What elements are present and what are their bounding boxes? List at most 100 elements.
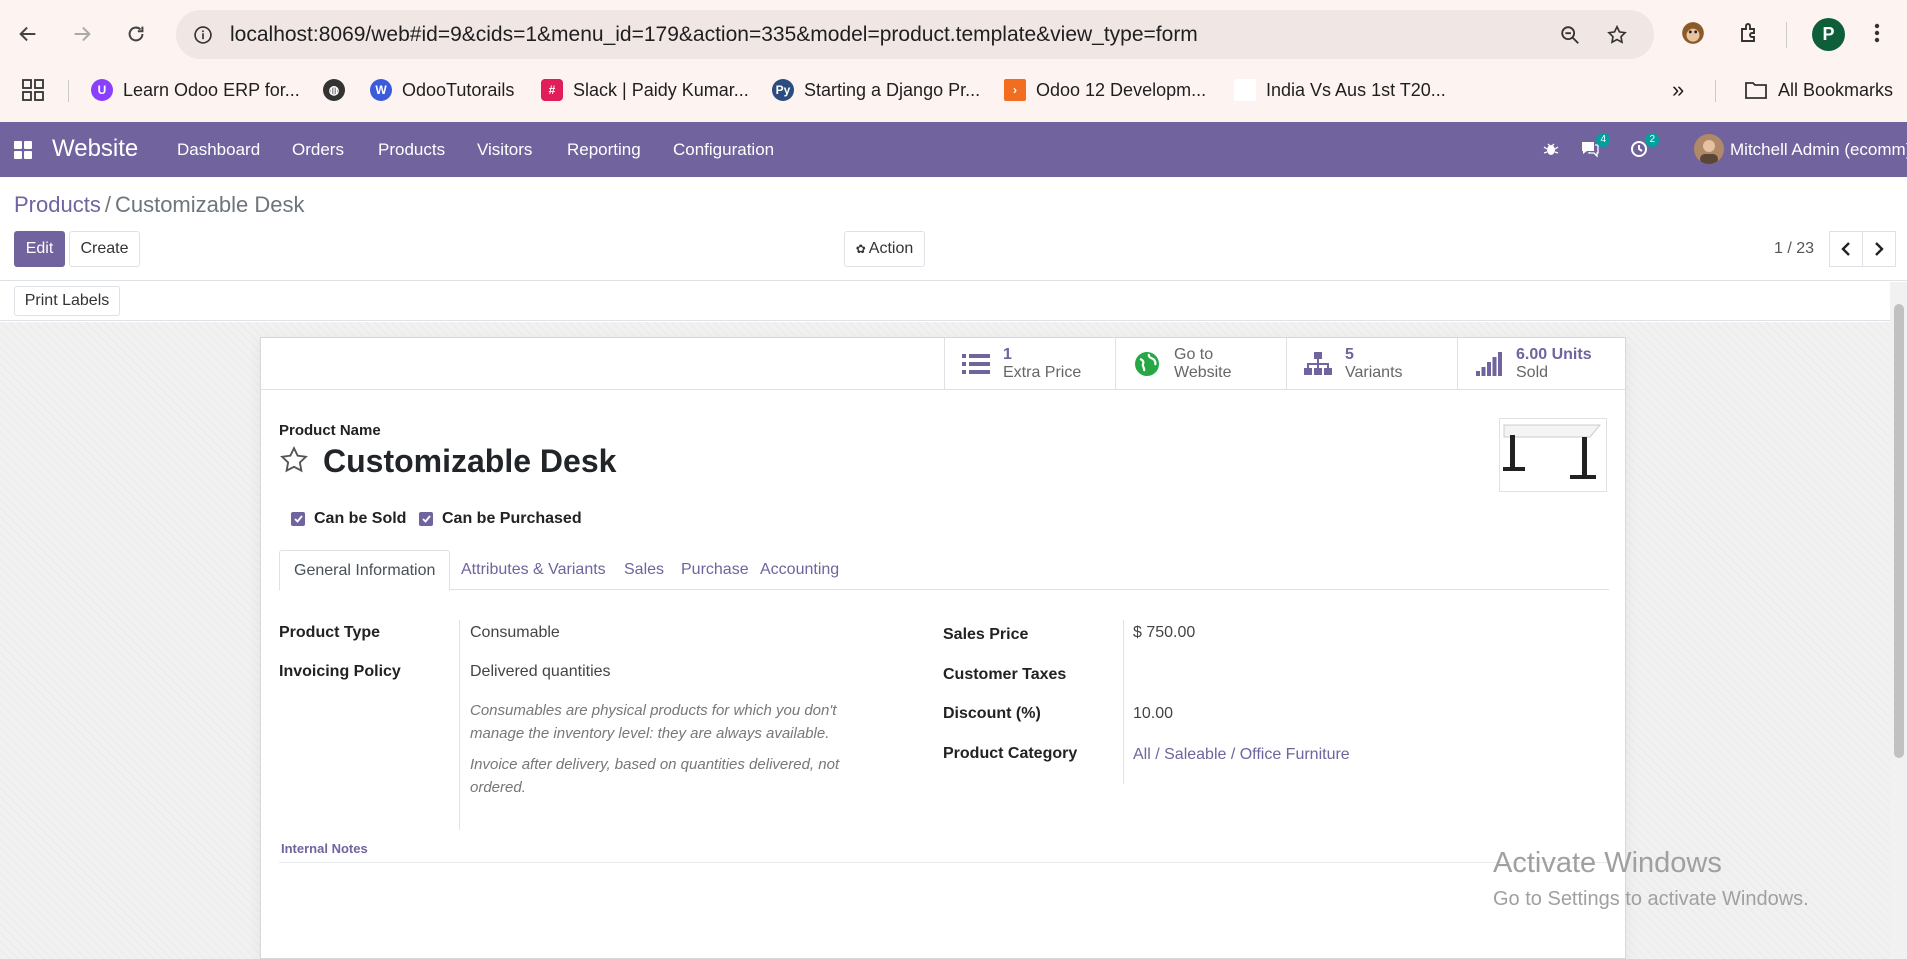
- checkbox-checked-icon[interactable]: [419, 512, 433, 526]
- menu-products[interactable]: Products: [378, 140, 445, 160]
- browser-chrome: localhost:8069/web#id=9&cids=1&menu_id=1…: [0, 0, 1907, 122]
- product-name-label: Product Name: [279, 422, 381, 439]
- profile-avatar[interactable]: P: [1812, 18, 1845, 51]
- pager-next-icon[interactable]: [1862, 231, 1896, 267]
- folder-icon: [1745, 82, 1767, 99]
- globe-icon: ◍: [323, 79, 345, 101]
- forward-icon[interactable]: [66, 18, 98, 50]
- bookmark-odoo12[interactable]: › Odoo 12 Developm...: [1004, 76, 1206, 104]
- breadcrumb-products[interactable]: Products: [14, 192, 101, 217]
- menu-orders[interactable]: Orders: [292, 140, 344, 160]
- bookmark-star-icon[interactable]: [1604, 22, 1630, 48]
- bookmark-label: Learn Odoo ERP for...: [123, 79, 300, 100]
- discount-field[interactable]: 10.00: [1133, 705, 1173, 723]
- stat-label: Sold: [1516, 364, 1549, 381]
- zoom-icon[interactable]: [1557, 22, 1583, 48]
- extensions-puzzle-icon[interactable]: [1732, 16, 1766, 50]
- app-menu-icon[interactable]: [14, 141, 32, 159]
- sales-price-label: Sales Price: [943, 626, 1029, 643]
- pager-value[interactable]: 1 / 23: [1774, 240, 1814, 258]
- bookmark-slack[interactable]: # Slack | Paidy Kumar...: [541, 76, 749, 104]
- extra-price-button[interactable]: 1 Extra Price: [944, 338, 1115, 390]
- favorite-star-icon[interactable]: [279, 445, 309, 475]
- apps-grid-icon[interactable]: [22, 76, 44, 104]
- action-label: Action: [868, 240, 914, 257]
- more-bookmarks-icon[interactable]: »: [1672, 76, 1684, 104]
- odoo-navbar: Website Dashboard Orders Products Visito…: [0, 122, 1907, 177]
- url-text[interactable]: localhost:8069/web#id=9&cids=1&menu_id=1…: [230, 23, 1198, 47]
- print-labels-button[interactable]: Print Labels: [14, 286, 120, 316]
- stat-label: Variants: [1345, 364, 1403, 381]
- product-category-field[interactable]: All / Saleable / Office Furniture: [1133, 746, 1350, 764]
- udemy-icon: U: [91, 79, 113, 101]
- field-separator: [459, 620, 460, 830]
- can-be-sold-label: Can be Sold: [314, 510, 407, 527]
- all-bookmarks[interactable]: All Bookmarks: [1744, 76, 1893, 104]
- bookmark-label: Slack | Paidy Kumar...: [573, 79, 749, 100]
- bookmarks-bar: U Learn Odoo ERP for... ◍ W OdooTutorail…: [0, 70, 1907, 110]
- menu-visitors[interactable]: Visitors: [477, 140, 532, 160]
- gear-icon: ✿: [855, 242, 866, 256]
- signal-icon: [1474, 349, 1504, 379]
- invoicing-policy-field[interactable]: Delivered quantities: [470, 663, 611, 681]
- user-avatar[interactable]: [1694, 134, 1724, 164]
- menu-configuration[interactable]: Configuration: [673, 140, 774, 160]
- bookmark-label: Starting a Django Pr...: [804, 79, 981, 100]
- pager-previous-icon[interactable]: [1829, 231, 1863, 267]
- breadcrumb-current: Customizable Desk: [114, 192, 305, 217]
- units-sold-button[interactable]: 6.00 Units Sold: [1457, 338, 1627, 390]
- toolbar-divider: [1786, 22, 1787, 48]
- sitemap-icon: [1303, 349, 1333, 379]
- stat-value: 6.00 Units: [1516, 346, 1592, 363]
- internal-notes-divider: [279, 862, 1609, 863]
- monkey-extension-icon[interactable]: [1676, 16, 1710, 50]
- tab-general-information[interactable]: General Information: [279, 550, 451, 591]
- checkbox-checked-icon[interactable]: [291, 512, 305, 526]
- product-name[interactable]: Customizable Desk: [323, 443, 616, 480]
- product-image[interactable]: [1499, 418, 1607, 492]
- can-be-purchased-checkbox[interactable]: Can be Purchased: [419, 510, 582, 528]
- breadcrumb-separator: /: [104, 192, 111, 217]
- debug-bug-icon[interactable]: [1539, 138, 1563, 160]
- edit-button[interactable]: Edit: [14, 231, 65, 267]
- bookmark-django[interactable]: Py Starting a Django Pr...: [772, 76, 980, 104]
- menu-dashboard[interactable]: Dashboard: [177, 140, 260, 160]
- messages-icon[interactable]: 4: [1578, 133, 1610, 160]
- site-info-icon[interactable]: [190, 22, 215, 47]
- bookmark-globe[interactable]: ◍: [323, 76, 355, 104]
- consumable-help-text: Consumables are physical products for wh…: [470, 702, 837, 742]
- action-button[interactable]: ✿ Action: [844, 231, 925, 267]
- bookmark-odootutorails[interactable]: W OdooTutorails: [370, 76, 514, 104]
- app-brand[interactable]: Website: [52, 135, 138, 163]
- can-be-purchased-label: Can be Purchased: [442, 510, 582, 527]
- bookmark-learn-odoo[interactable]: U Learn Odoo ERP for...: [91, 76, 300, 104]
- address-bar[interactable]: localhost:8069/web#id=9&cids=1&menu_id=1…: [176, 10, 1654, 59]
- bookmark-india-aus[interactable]: India Vs Aus 1st T20...: [1234, 76, 1446, 104]
- windows-watermark-subtitle: Go to Settings to activate Windows.: [1493, 888, 1809, 910]
- bookmark-label: OdooTutorails: [402, 79, 515, 100]
- browser-menu-icon[interactable]: [1860, 16, 1894, 50]
- activities-icon[interactable]: 2: [1627, 133, 1659, 160]
- tab-attributes-variants[interactable]: Attributes & Variants: [447, 550, 620, 590]
- packt-icon: ›: [1004, 79, 1026, 101]
- variants-button[interactable]: 5 Variants: [1286, 338, 1457, 390]
- reload-icon[interactable]: [120, 18, 152, 50]
- menu-reporting[interactable]: Reporting: [567, 140, 641, 160]
- sales-price-field[interactable]: $ 750.00: [1133, 624, 1195, 642]
- windows-watermark-title: Activate Windows: [1493, 847, 1722, 879]
- create-button[interactable]: Create: [69, 231, 140, 267]
- product-category-label: Product Category: [943, 745, 1078, 762]
- smart-button-box: 1 Extra Price Go to Website 5 Variants 6.00…: [261, 338, 1627, 390]
- field-separator: [1123, 620, 1124, 784]
- product-type-field[interactable]: Consumable: [470, 624, 560, 642]
- scrollbar-thumb[interactable]: [1894, 304, 1904, 758]
- page-scrollbar[interactable]: [1890, 282, 1907, 959]
- can-be-sold-checkbox[interactable]: Can be Sold: [291, 510, 406, 528]
- user-menu[interactable]: Mitchell Admin (ecomm): [1730, 140, 1907, 160]
- form-sheet: 1 Extra Price Go to Website 5 Variants 6.00…: [260, 337, 1627, 959]
- form-statusbar: Print Labels: [0, 280, 1907, 321]
- go-to-website-button[interactable]: Go to Website: [1115, 338, 1286, 390]
- back-icon[interactable]: [12, 18, 44, 50]
- tab-accounting[interactable]: Accounting: [746, 550, 853, 590]
- stat-label: Extra Price: [1003, 364, 1082, 381]
